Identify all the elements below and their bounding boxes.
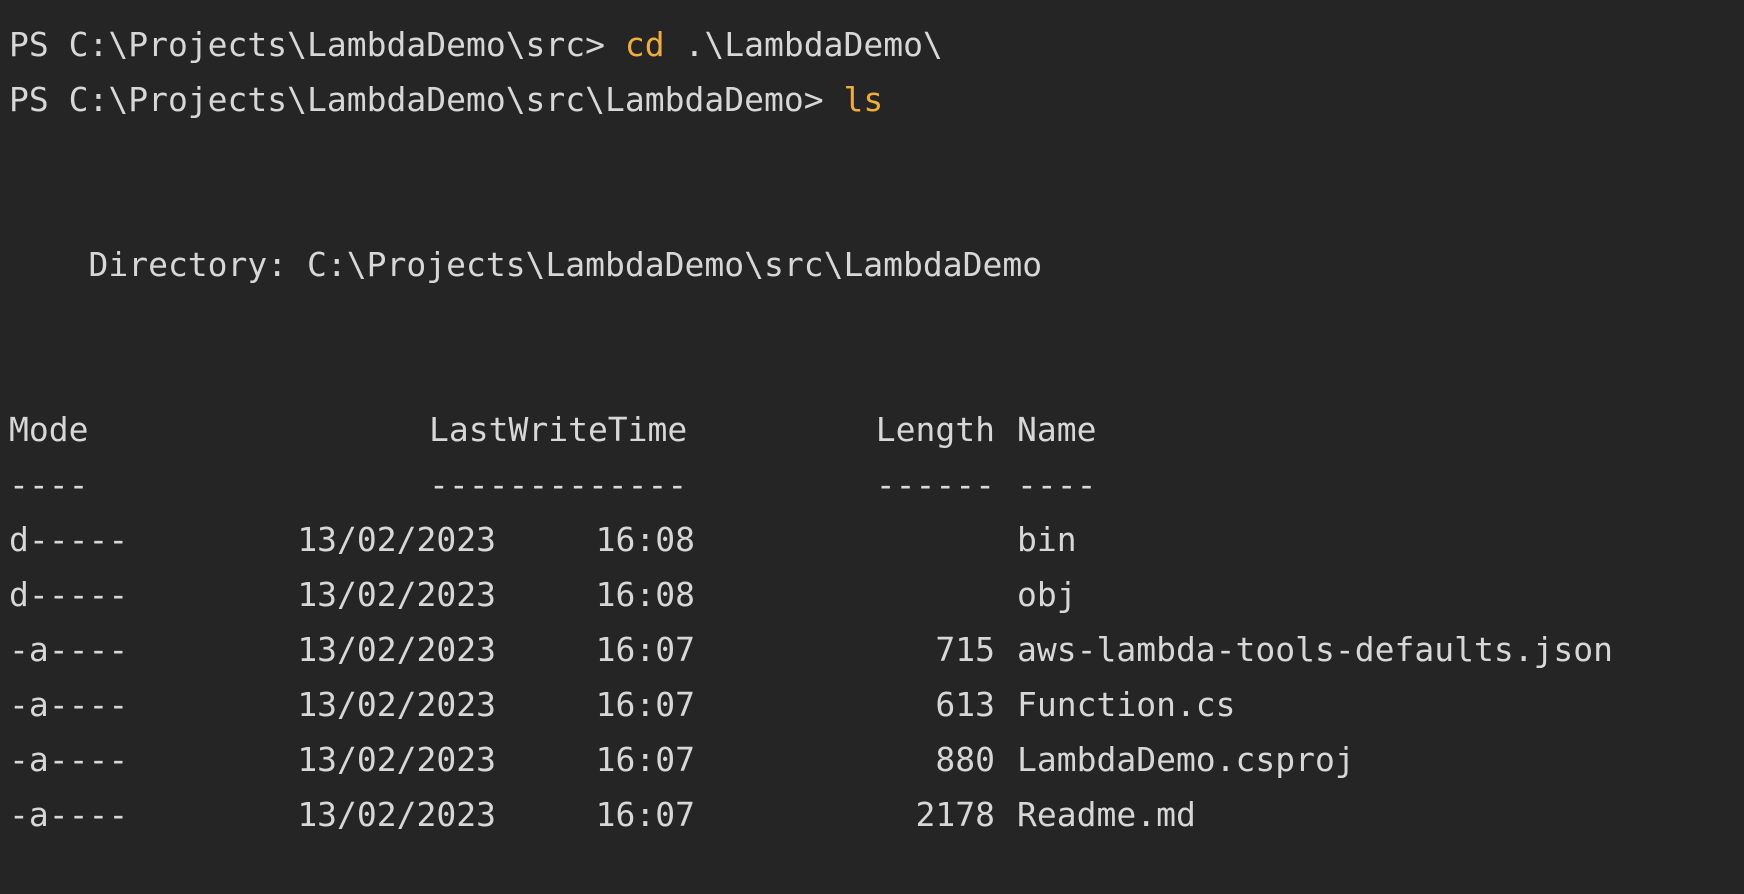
- row-time: 16:08: [595, 575, 695, 614]
- row-date: 13/02/2023: [297, 630, 496, 669]
- row-mode: -a----: [9, 740, 129, 779]
- row-mode: -a----: [9, 630, 129, 669]
- row-length: [695, 512, 995, 567]
- row-name: bin: [1017, 520, 1077, 559]
- separator-length: ------: [875, 465, 995, 504]
- directory-heading: Directory: C:\Projects\LambdaDemo\src\La…: [9, 245, 1043, 284]
- table-separator: ---- ------------- ------ ----: [0, 457, 1744, 512]
- row-mode: d-----: [9, 575, 129, 614]
- row-name: Readme.md: [1017, 795, 1196, 834]
- command-keyword: cd: [624, 25, 665, 64]
- file-listing: d----- 13/02/2023 16:08 bin d----- 13/02/2023…: [0, 512, 1744, 842]
- row-length: 880: [935, 740, 995, 779]
- table-row: -a---- 13/02/2023 16:07 2178 Readme.md: [0, 787, 1744, 842]
- row-length: 613: [935, 685, 995, 724]
- command-argument: .\LambdaDemo\: [664, 25, 943, 64]
- row-name: obj: [1017, 575, 1077, 614]
- column-header-mode: Mode: [9, 410, 89, 449]
- row-time: 16:07: [595, 685, 695, 724]
- separator-mode: ----: [9, 465, 89, 504]
- separator-name: ----: [1017, 465, 1097, 504]
- row-name: aws-lambda-tools-defaults.json: [1017, 630, 1614, 669]
- row-date: 13/02/2023: [297, 575, 496, 614]
- row-name: Function.cs: [1017, 685, 1236, 724]
- row-length: 715: [935, 630, 995, 669]
- command-line-ls: PS C:\Projects\LambdaDemo\src\LambdaDemo…: [0, 72, 1744, 127]
- table-row: -a---- 13/02/2023 16:07 880 LambdaDemo.cspro…: [0, 732, 1744, 787]
- column-header-lastwritetime: LastWriteTime: [429, 410, 688, 449]
- table-header: Mode LastWriteTime Length Name: [0, 402, 1744, 457]
- row-mode: -a----: [9, 685, 129, 724]
- table-row: d----- 13/02/2023 16:08 bin: [0, 512, 1744, 567]
- table-row: -a---- 13/02/2023 16:07 613 Function.cs: [0, 677, 1744, 732]
- row-time: 16:07: [595, 630, 695, 669]
- command-keyword: ls: [843, 80, 884, 119]
- terminal-window[interactable]: PS C:\Projects\LambdaDemo\src> cd .\Lamb…: [0, 0, 1744, 894]
- command-line-cd: PS C:\Projects\LambdaDemo\src> cd .\Lamb…: [0, 17, 1744, 72]
- row-length: [695, 567, 995, 622]
- row-time: 16:08: [595, 520, 695, 559]
- row-date: 13/02/2023: [297, 520, 496, 559]
- row-time: 16:07: [595, 740, 695, 779]
- row-length: 2178: [915, 795, 995, 834]
- prompt: PS C:\Projects\LambdaDemo\src>: [9, 25, 625, 64]
- row-mode: -a----: [9, 795, 129, 834]
- prompt: PS C:\Projects\LambdaDemo\src\LambdaDemo…: [9, 80, 844, 119]
- separator-lastwritetime: -------------: [429, 465, 688, 504]
- row-date: 13/02/2023: [297, 795, 496, 834]
- table-row: -a---- 13/02/2023 16:07 715 aws-lambda-tools…: [0, 622, 1744, 677]
- row-date: 13/02/2023: [297, 685, 496, 724]
- table-row: d----- 13/02/2023 16:08 obj: [0, 567, 1744, 622]
- row-time: 16:07: [595, 795, 695, 834]
- row-date: 13/02/2023: [297, 740, 496, 779]
- row-name: LambdaDemo.csproj: [1017, 740, 1355, 779]
- column-header-name: Name: [1017, 410, 1097, 449]
- column-header-length: Length: [875, 410, 995, 449]
- row-mode: d-----: [9, 520, 129, 559]
